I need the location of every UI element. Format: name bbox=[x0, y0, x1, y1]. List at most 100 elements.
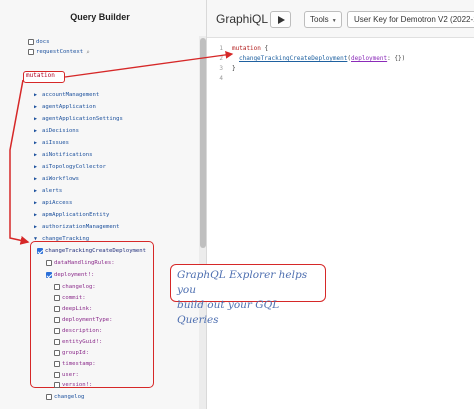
checkbox-checked[interactable] bbox=[37, 248, 43, 254]
tree-item-label: commit: bbox=[62, 295, 86, 301]
tree-item-label: authorizationManagement bbox=[42, 224, 120, 230]
expand-arrow-icon[interactable]: ▶ bbox=[34, 200, 42, 206]
tree-item-mutation-field[interactable]: ▶ aiWorkflows bbox=[34, 173, 79, 185]
code-field: changeTrackingCreateDeployment bbox=[239, 55, 348, 62]
search-icon[interactable]: ⌕ bbox=[86, 49, 90, 56]
checkbox[interactable] bbox=[28, 49, 34, 55]
expand-arrow-icon[interactable]: ▶ bbox=[34, 116, 42, 122]
tree-item-label: version!: bbox=[62, 382, 93, 388]
code-paren: ) bbox=[401, 55, 406, 62]
tree-item-label: deployment!: bbox=[54, 272, 95, 278]
expand-arrow-icon[interactable]: ▶ bbox=[34, 104, 42, 110]
checkbox[interactable] bbox=[46, 394, 52, 400]
tree-item-mutation-field[interactable]: ▶ authorizationManagement bbox=[34, 221, 119, 233]
checkbox[interactable] bbox=[54, 317, 60, 323]
tree-item-mutation-field[interactable]: ▶ aiNotifications bbox=[34, 149, 93, 161]
code-brace: { bbox=[264, 45, 269, 52]
tree-item-label: changelog bbox=[54, 394, 85, 400]
tree-item-input-field[interactable]: version!: bbox=[54, 379, 92, 391]
code-brace: } bbox=[232, 65, 236, 72]
expand-arrow-icon[interactable]: ▶ bbox=[34, 188, 42, 194]
expand-arrow-icon[interactable]: ▶ bbox=[34, 212, 42, 218]
tree-item-change-tracking-create-deployment[interactable]: changeTrackingCreateDeployment bbox=[37, 245, 146, 257]
checkbox[interactable] bbox=[54, 295, 60, 301]
checkbox[interactable] bbox=[54, 361, 60, 367]
tree-item-label: aiNotifications bbox=[42, 152, 93, 158]
tree-item-mutation-field[interactable]: ▶ alerts bbox=[34, 185, 62, 197]
tree-item-mutation-field[interactable]: ▶ apmApplicationEntity bbox=[34, 209, 109, 221]
graphiql-toolbar: GraphiQL Tools ▼ User Key for Demotron V2… bbox=[207, 0, 474, 38]
tree-item-label: changeTrackingCreateDeployment bbox=[45, 248, 147, 254]
query-builder-tree: docs requestContext ⌕ mutation ▶ account… bbox=[0, 0, 200, 409]
code-arg-name: deployment bbox=[351, 55, 388, 62]
checkbox[interactable] bbox=[54, 306, 60, 312]
expand-arrow-icon[interactable]: ▶ bbox=[34, 224, 42, 230]
line-number-gutter: 1 2 3 4 bbox=[207, 40, 227, 409]
tree-item-label: aiIssues bbox=[42, 140, 69, 146]
tree-item-request-context[interactable]: requestContext ⌕ bbox=[28, 46, 90, 58]
tree-item-mutation-field[interactable]: ▶ agentApplication bbox=[34, 101, 96, 113]
code-line-1: mutation { bbox=[232, 45, 268, 52]
tree-item-argument-deployment[interactable]: deployment!: bbox=[46, 269, 94, 281]
chevron-down-icon: ▼ bbox=[331, 18, 337, 24]
tree-item-changelog[interactable]: changelog bbox=[46, 391, 84, 403]
tree-item-mutation-field[interactable]: ▶ accountManagement bbox=[34, 89, 99, 101]
tree-item-argument[interactable]: dataHandlingRules: bbox=[46, 257, 115, 269]
line-number: 1 bbox=[219, 45, 223, 52]
annotation-text: GraphQL Explorer helps you build out you… bbox=[177, 269, 308, 326]
line-number: 3 bbox=[219, 65, 223, 72]
tree-item-mutation-field[interactable]: ▶ aiTopologyCollector bbox=[34, 161, 106, 173]
scrollbar-thumb[interactable] bbox=[200, 38, 206, 248]
tree-item-label: apmApplicationEntity bbox=[42, 212, 110, 218]
run-button[interactable] bbox=[270, 11, 291, 28]
query-builder-panel: Query Builder docs requestContext ⌕ muta… bbox=[0, 0, 207, 409]
mutation-root[interactable]: mutation bbox=[26, 72, 55, 79]
graphiql-title: GraphiQL bbox=[216, 12, 269, 26]
tree-item-label: aiTopologyCollector bbox=[42, 164, 106, 170]
checkbox[interactable] bbox=[54, 339, 60, 345]
tools-dropdown[interactable]: Tools ▼ bbox=[304, 11, 342, 28]
code-line-2: changeTrackingCreateDeployment(deploymen… bbox=[239, 55, 405, 62]
tree-item-label: entityGuid!: bbox=[62, 339, 103, 345]
expand-arrow-icon[interactable]: ▶ bbox=[34, 164, 42, 170]
tree-item-mutation-field[interactable]: ▶ apiAccess bbox=[34, 197, 72, 209]
code-arg-value: {} bbox=[394, 55, 402, 62]
tree-item-mutation-field[interactable]: ▶ agentApplicationSettings bbox=[34, 113, 123, 125]
checkbox[interactable] bbox=[54, 328, 60, 334]
checkbox[interactable] bbox=[54, 382, 60, 388]
code-line-3: } bbox=[232, 65, 236, 72]
tree-item-mutation-field[interactable]: ▶ aiIssues bbox=[34, 137, 69, 149]
checkbox[interactable] bbox=[54, 350, 60, 356]
checkbox-checked[interactable] bbox=[46, 272, 52, 278]
code-keyword: mutation bbox=[232, 45, 261, 52]
line-number: 4 bbox=[219, 75, 223, 82]
tree-item-label: apiAccess bbox=[42, 200, 73, 206]
expand-arrow-icon[interactable]: ▶ bbox=[34, 128, 42, 134]
expand-arrow-icon[interactable]: ▶ bbox=[34, 92, 42, 98]
tree-item-label: description: bbox=[62, 328, 103, 334]
tree-item-label: aiWorkflows bbox=[42, 176, 80, 182]
tree-item-mutation-field[interactable]: ▶ aiDecisions bbox=[34, 125, 79, 137]
checkbox[interactable] bbox=[46, 260, 52, 266]
checkbox[interactable] bbox=[54, 372, 60, 378]
tree-item-label: accountManagement bbox=[42, 92, 100, 98]
tree-item-label: deploymentType: bbox=[62, 317, 113, 323]
expand-arrow-icon[interactable]: ▶ bbox=[34, 140, 42, 146]
graphiql-panel: GraphiQL Tools ▼ User Key for Demotron V2… bbox=[207, 0, 474, 409]
tree-item-label: aiDecisions bbox=[42, 128, 80, 134]
tree-item-label: docs bbox=[36, 39, 50, 45]
line-number: 2 bbox=[219, 55, 223, 62]
tree-item-label: alerts bbox=[42, 188, 63, 194]
tree-item-label: agentApplication bbox=[42, 104, 96, 110]
checkbox[interactable] bbox=[54, 284, 60, 290]
tools-label: Tools bbox=[310, 15, 329, 24]
tree-item-label: requestContext bbox=[36, 49, 84, 55]
annotation-callout: GraphQL Explorer helps you build out you… bbox=[170, 264, 326, 326]
checkbox[interactable] bbox=[28, 39, 34, 45]
tree-item-label: deepLink: bbox=[62, 306, 93, 312]
tree-item-label: timestamp: bbox=[62, 361, 96, 367]
expand-arrow-icon[interactable]: ▶ bbox=[34, 152, 42, 158]
expand-arrow-icon[interactable]: ▶ bbox=[34, 176, 42, 182]
api-key-select[interactable]: User Key for Demotron V2 (2022-10 bbox=[347, 11, 474, 28]
tree-item-label: user: bbox=[62, 372, 79, 378]
